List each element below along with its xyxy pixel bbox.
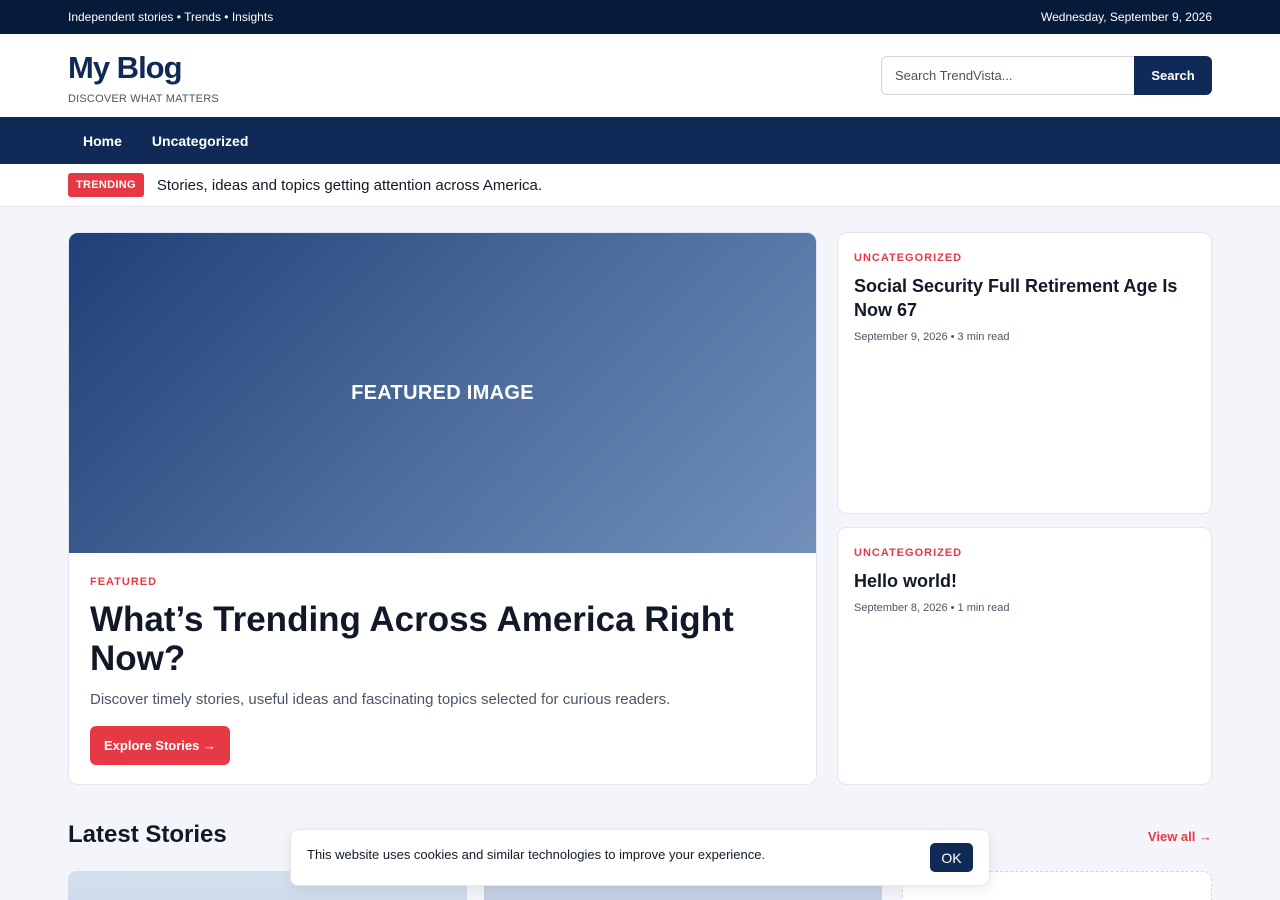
topbar-tagline: Independent stories • Trends • Insights bbox=[68, 10, 274, 24]
site-header: My Blog DISCOVER WHAT MATTERS Search bbox=[0, 34, 1280, 117]
cookie-banner: This website uses cookies and similar te… bbox=[290, 829, 990, 886]
post-category[interactable]: UNCATEGORIZED bbox=[854, 252, 1195, 264]
trending-text: Stories, ideas and topics getting attent… bbox=[156, 176, 543, 194]
cookie-ok-button[interactable]: OK bbox=[930, 843, 973, 872]
post-title[interactable]: Hello world! bbox=[854, 569, 1195, 593]
search-form: Search bbox=[881, 56, 1212, 95]
post-meta: September 8, 2026 • 1 min read bbox=[854, 602, 1010, 614]
side-post-card[interactable]: UNCATEGORIZED Social Security Full Retir… bbox=[837, 232, 1212, 514]
featured-kicker: FEATURED bbox=[90, 576, 158, 588]
trending-bar: TRENDING Stories, ideas and topics getti… bbox=[0, 164, 1280, 207]
latest-stories-title: Latest Stories bbox=[68, 821, 227, 848]
post-category[interactable]: UNCATEGORIZED bbox=[854, 547, 1195, 559]
post-meta: September 9, 2026 • 3 min read bbox=[854, 331, 1010, 343]
featured-image-label: FEATURED IMAGE bbox=[351, 381, 534, 404]
featured-image[interactable]: FEATURED IMAGE bbox=[69, 233, 816, 553]
cookie-text: This website uses cookies and similar te… bbox=[307, 847, 766, 862]
search-input[interactable] bbox=[881, 56, 1134, 95]
view-all-link[interactable]: View all → bbox=[1148, 829, 1212, 844]
site-tagline: DISCOVER WHAT MATTERS bbox=[68, 93, 219, 105]
main-nav: Home Uncategorized bbox=[0, 117, 1280, 164]
nav-item-home[interactable]: Home bbox=[68, 133, 137, 149]
featured-title[interactable]: What’s Trending Across America Right Now… bbox=[90, 600, 795, 678]
post-title[interactable]: Social Security Full Retirement Age Is N… bbox=[854, 274, 1195, 322]
featured-post-card[interactable]: FEATURED IMAGE FEATURED What’s Trending … bbox=[68, 232, 817, 785]
site-logo[interactable]: My Blog bbox=[68, 50, 183, 86]
explore-stories-button[interactable]: Explore Stories → bbox=[90, 726, 230, 765]
nav-item-uncategorized[interactable]: Uncategorized bbox=[137, 133, 263, 149]
hero-section: FEATURED IMAGE FEATURED What’s Trending … bbox=[68, 232, 1212, 785]
featured-description: Discover timely stories, useful ideas an… bbox=[90, 691, 671, 708]
search-button[interactable]: Search bbox=[1134, 56, 1212, 95]
trending-badge: TRENDING bbox=[68, 173, 144, 197]
top-bar: Independent stories • Trends • Insights … bbox=[0, 0, 1280, 34]
side-post-card[interactable]: UNCATEGORIZED Hello world! September 8, … bbox=[837, 527, 1212, 785]
topbar-date: Wednesday, September 9, 2026 bbox=[1041, 10, 1212, 24]
